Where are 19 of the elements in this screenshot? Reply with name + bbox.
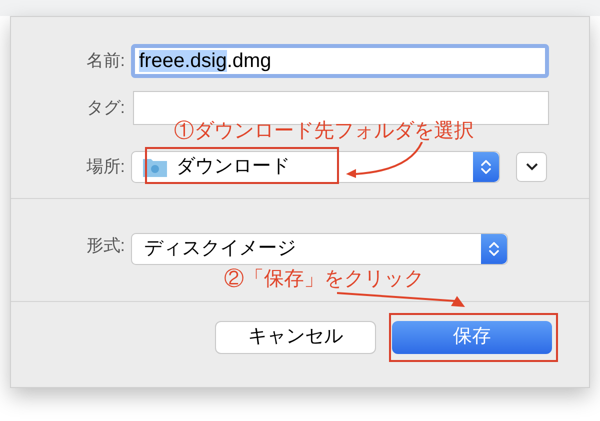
field-label: タグ:	[85, 97, 126, 120]
name-field[interactable]: freee.dsig.dmg	[131, 44, 549, 78]
save-button[interactable]: 保存	[392, 321, 552, 354]
field-label: 名前:	[85, 50, 126, 72]
stepper-icon	[481, 234, 507, 264]
location-popup[interactable]: ダウンロード	[131, 151, 500, 183]
stepper-icon	[473, 152, 499, 182]
folder-icon	[142, 156, 168, 178]
format-popup[interactable]: ディスクイメージ	[131, 233, 508, 265]
annotation-text: ①ダウンロード先フォルダを選択	[174, 119, 474, 144]
cancel-button[interactable]: キャンセル	[215, 321, 376, 354]
location-value: ダウンロード	[176, 154, 290, 179]
name-text: freee.dsig.dmg	[139, 49, 272, 74]
format-value: ディスクイメージ	[143, 236, 296, 261]
field-label: 場所:	[85, 156, 126, 178]
annotation-text: ②「保存」をクリック	[224, 267, 424, 292]
expand-button[interactable]	[516, 152, 547, 182]
field-label: 形式:	[85, 235, 126, 257]
chevron-down-icon	[526, 163, 538, 171]
